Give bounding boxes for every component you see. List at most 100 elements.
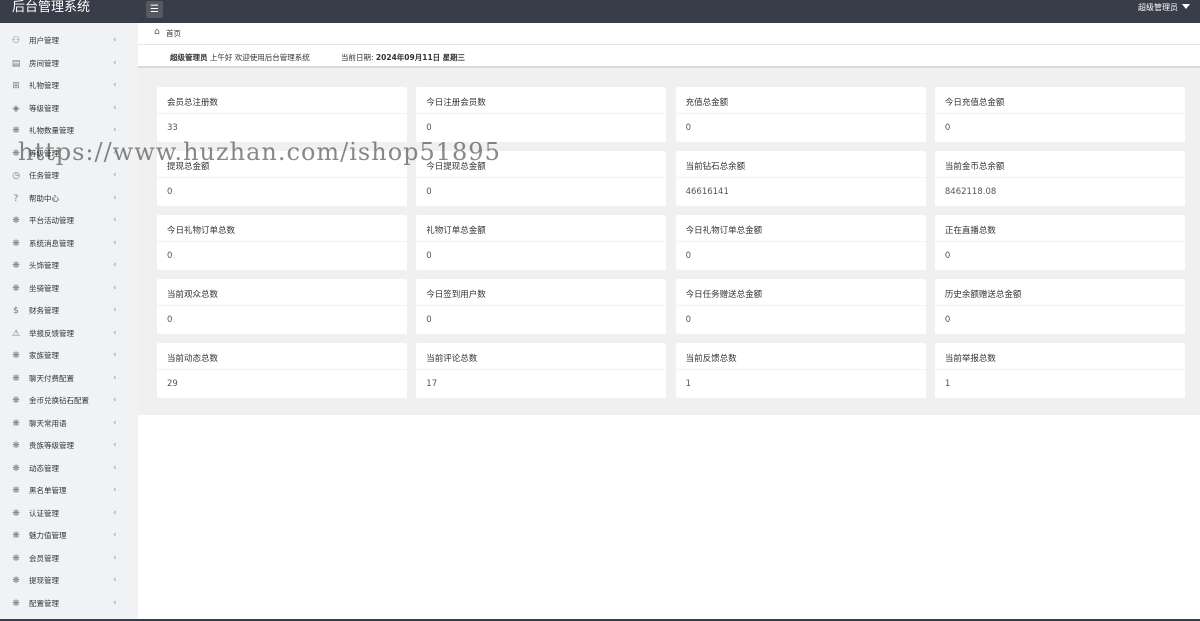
sidebar-item[interactable]: ❋ 提现管理 ‹	[0, 573, 138, 591]
app-title: 后台管理系统	[12, 0, 91, 15]
card-divider	[934, 369, 1185, 370]
card-divider	[675, 113, 926, 114]
sidebar-item[interactable]: ❋ 魅力值管理 ‹	[0, 528, 138, 546]
sidebar-item[interactable]: ❋ 系统消息管理 ‹	[0, 236, 138, 254]
stat-title: 今日充值总金额	[944, 98, 1005, 108]
grid-icon: ❋	[12, 508, 20, 519]
stat-card: 历史余额赠送总金额 0	[934, 279, 1185, 334]
grid-icon: ❋	[12, 598, 20, 609]
sidebar-item[interactable]: ❋ 礼物数量管理 ‹	[0, 123, 138, 141]
chevron-left-icon: ‹	[113, 215, 117, 225]
stat-title: 今日任务赠送总金额	[685, 290, 763, 300]
stat-card: 当前反馈总数 1	[675, 343, 926, 398]
sidebar-item[interactable]: ❋ 家族管理 ‹	[0, 348, 138, 366]
card-divider	[416, 369, 667, 370]
chevron-left-icon: ‹	[113, 125, 117, 135]
sidebar-item-label: 等级管理	[29, 148, 59, 158]
sidebar-item[interactable]: ❋ 等级管理 ‹	[0, 146, 138, 164]
sidebar-item[interactable]: $ 财务管理 ‹	[0, 303, 138, 321]
sidebar-item-label: 礼物管理	[29, 81, 59, 90]
sidebar-item[interactable]: ❋ 头饰管理 ‹	[0, 258, 138, 276]
top-navbar: 后台管理系统 ☰ 超级管理员	[0, 0, 1200, 23]
stat-value: 0	[685, 251, 692, 261]
stat-title: 今日签到用户数	[426, 290, 486, 300]
sidebar-item-label: 财务管理	[29, 306, 59, 315]
sidebar-item[interactable]: ⚇ 用户管理 ‹	[0, 33, 138, 51]
sidebar-item-label: 平台活动管理	[29, 216, 74, 225]
sidebar-item[interactable]: ❋ 金币兑换钻石配置 ‹	[0, 393, 138, 411]
sidebar-item-label: 坐骑管理	[29, 283, 59, 293]
chevron-left-icon: ‹	[113, 260, 117, 270]
stat-title: 当前观众总数	[167, 290, 219, 300]
stat-value: 1	[685, 379, 692, 389]
sidebar-item-label: 聊天付费配置	[29, 373, 74, 383]
chevron-left-icon: ‹	[113, 597, 117, 608]
greeting: 上午好 欢迎使用后台管理系统	[209, 53, 310, 62]
stat-value: 0	[167, 187, 173, 197]
sidebar-item-label: 任务管理	[29, 171, 59, 180]
breadcrumb-home[interactable]: 首页	[166, 28, 181, 39]
stat-card: 当前金币总余额 8462118.08	[934, 151, 1185, 206]
stat-card: 当前钻石总余额 46616141	[675, 151, 926, 206]
menu-toggle-button[interactable]: ☰	[146, 1, 163, 18]
sidebar-item[interactable]: ❋ 会员管理 ‹	[0, 551, 138, 569]
sidebar-item[interactable]: ? 帮助中心 ‹	[0, 191, 138, 209]
sidebar-item[interactable]: ❋ 动态管理 ‹	[0, 461, 138, 479]
stat-title: 当前金币总余额	[944, 162, 1005, 172]
card-divider	[934, 305, 1185, 306]
stat-card: 正在直播总数 0	[934, 215, 1185, 270]
stat-card: 今日礼物订单总金额 0	[675, 215, 926, 270]
breadcrumb-bar	[138, 23, 1200, 45]
stat-card: 今日提现总金额 0	[416, 151, 667, 206]
stat-value: 0	[426, 123, 432, 133]
sidebar-item[interactable]: ❋ 聊天常用语 ‹	[0, 416, 138, 434]
stat-title: 当前举报总数	[944, 354, 996, 364]
home-icon[interactable]: ⌂	[154, 27, 160, 37]
sidebar-item[interactable]: ❋ 坐骑管理 ‹	[0, 281, 138, 299]
stat-card: 今日签到用户数 0	[416, 279, 667, 334]
chevron-left-icon: ‹	[113, 57, 117, 68]
sidebar-item[interactable]: ▤ 房间管理 ‹	[0, 56, 138, 74]
warning-icon: ⚠	[11, 328, 21, 339]
stat-title: 正在直播总数	[944, 226, 996, 236]
sidebar-item-label: 帮助中心	[29, 193, 59, 203]
chevron-left-icon: ‹	[113, 80, 117, 90]
sidebar-item-label: 黑名单管理	[29, 486, 67, 495]
stat-card: 当前动态总数 29	[157, 343, 407, 398]
gift-icon: ⊞	[12, 81, 20, 91]
stat-value: 0	[685, 315, 692, 325]
stat-card: 今日注册会员数 0	[416, 87, 667, 142]
chevron-left-icon: ‹	[113, 102, 117, 113]
sidebar-item[interactable]: ❋ 平台活动管理 ‹	[0, 213, 138, 231]
chevron-left-icon: ‹	[113, 530, 117, 540]
stat-title: 充值总金额	[685, 98, 729, 108]
card-divider	[157, 305, 407, 306]
stat-card: 会员总注册数 33	[157, 87, 407, 142]
sidebar-item-label: 系统消息管理	[29, 238, 74, 248]
stat-value: 0	[944, 315, 951, 325]
sidebar-item[interactable]: ❋ 配置管理 ‹	[0, 596, 138, 614]
stat-value: 17	[426, 379, 438, 389]
grid-icon: ❋	[12, 283, 20, 294]
sidebar: ⚇ 用户管理 ‹ ▤ 房间管理 ‹ ⊞ 礼物管理 ‹ ◈ 等级管理 ‹ ❋ 礼物数量管理 ‹ ❋ 等级管理 ‹ ◷ 任…	[0, 23, 138, 621]
stat-value: 1	[944, 379, 951, 389]
sidebar-item[interactable]: ⊞ 礼物管理 ‹	[0, 78, 138, 96]
grid-icon: ❋	[12, 238, 20, 249]
card-divider	[157, 113, 407, 114]
stat-card: 今日任务赠送总金额 0	[675, 279, 926, 334]
sidebar-item[interactable]: ❋ 黑名单管理 ‹	[0, 483, 138, 501]
sidebar-item[interactable]: ⚠ 举报反馈管理 ‹	[0, 326, 138, 344]
sidebar-item[interactable]: ◷ 任务管理 ‹	[0, 168, 138, 186]
sidebar-item[interactable]: ❋ 贵族等级管理 ‹	[0, 438, 138, 456]
grid-icon: ❋	[12, 576, 20, 586]
stat-value: 0	[944, 251, 951, 261]
stat-card: 当前观众总数 0	[157, 279, 407, 334]
sidebar-item[interactable]: ❋ 认证管理 ‹	[0, 506, 138, 524]
card-divider	[416, 305, 667, 306]
grid-icon: ❋	[12, 441, 20, 451]
sidebar-item[interactable]: ❋ 聊天付费配置 ‹	[0, 371, 138, 389]
stat-title: 当前动态总数	[167, 354, 219, 364]
stat-value: 0	[167, 251, 173, 261]
user-menu[interactable]: 超级管理员	[1138, 0, 1190, 18]
sidebar-item[interactable]: ◈ 等级管理 ‹	[0, 101, 138, 119]
